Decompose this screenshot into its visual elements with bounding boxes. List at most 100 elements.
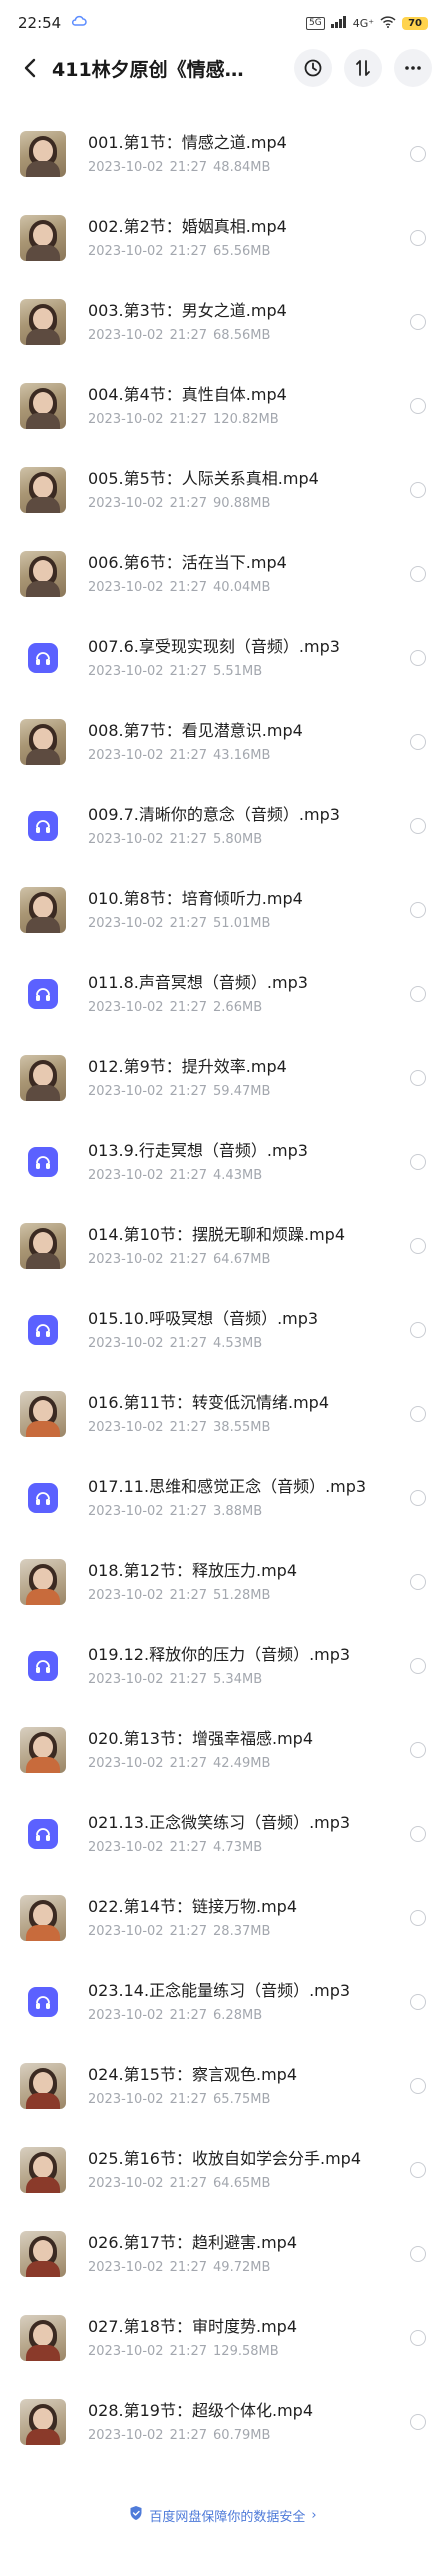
- select-checkbox[interactable]: [410, 146, 426, 162]
- file-date: 2023-10-02: [88, 2428, 164, 2443]
- file-row[interactable]: 005.第5节：人际关系真相.mp4 2023-10-02 21:27 90.88MB: [0, 448, 446, 532]
- file-row[interactable]: 024.第15节：察言观色.mp4 2023-10-02 21:27 65.75MB: [0, 2044, 446, 2128]
- file-row[interactable]: 003.第3节：男女之道.mp4 2023-10-02 21:27 68.56MB: [0, 280, 446, 364]
- file-time: 21:27: [169, 1588, 208, 1603]
- select-checkbox[interactable]: [410, 482, 426, 498]
- audio-file-thumbnail: [20, 1475, 66, 1521]
- file-row[interactable]: 006.第6节：活在当下.mp4 2023-10-02 21:27 40.04MB: [0, 532, 446, 616]
- select-checkbox[interactable]: [410, 1910, 426, 1926]
- file-info: 008.第7节：看见潜意识.mp4 2023-10-02 21:27 43.16MB: [88, 720, 400, 764]
- select-checkbox[interactable]: [410, 1658, 426, 1674]
- file-row[interactable]: 012.第9节：提升效率.mp4 2023-10-02 21:27 59.47MB: [0, 1036, 446, 1120]
- file-info: 017.11.思维和感觉正念（音频）.mp3 2023-10-02 21:27 3.8…: [88, 1476, 400, 1520]
- file-size: 5.80MB: [213, 832, 263, 847]
- file-row[interactable]: 011.8.声音冥想（音频）.mp3 2023-10-02 21:27 2.66MB: [0, 952, 446, 1036]
- file-time: 21:27: [169, 2176, 208, 2191]
- file-row[interactable]: 016.第11节：转变低沉情绪.mp4 2023-10-02 21:27 38.55M…: [0, 1372, 446, 1456]
- select-checkbox[interactable]: [410, 1238, 426, 1254]
- file-meta: 2023-10-02 21:27 64.67MB: [88, 1252, 400, 1268]
- file-date: 2023-10-02: [88, 1252, 164, 1267]
- file-row[interactable]: 014.第10节：摆脱无聊和烦躁.mp4 2023-10-02 21:27 64.67…: [0, 1204, 446, 1288]
- file-time: 21:27: [169, 412, 208, 427]
- file-meta: 2023-10-02 21:27 5.51MB: [88, 664, 400, 680]
- select-checkbox[interactable]: [410, 2246, 426, 2262]
- file-row[interactable]: 018.第12节：释放压力.mp4 2023-10-02 21:27 51.28MB: [0, 1540, 446, 1624]
- music-note-icon: [28, 979, 58, 1009]
- select-checkbox[interactable]: [410, 2330, 426, 2346]
- select-checkbox[interactable]: [410, 1490, 426, 1506]
- select-checkbox[interactable]: [410, 1322, 426, 1338]
- file-row[interactable]: 010.第8节：培育倾听力.mp4 2023-10-02 21:27 51.01MB: [0, 868, 446, 952]
- file-meta: 2023-10-02 21:27 60.79MB: [88, 2428, 400, 2444]
- select-checkbox[interactable]: [410, 1574, 426, 1590]
- file-row[interactable]: 020.第13节：增强幸福感.mp4 2023-10-02 21:27 42.49MB: [0, 1708, 446, 1792]
- network-5g-badge: 5G: [306, 16, 325, 30]
- file-row[interactable]: 022.第14节：链接万物.mp4 2023-10-02 21:27 28.37MB: [0, 1876, 446, 1960]
- file-row[interactable]: 023.14.正念能量练习（音频）.mp3 2023-10-02 21:27 6.28…: [0, 1960, 446, 2044]
- select-checkbox[interactable]: [410, 314, 426, 330]
- file-info: 010.第8节：培育倾听力.mp4 2023-10-02 21:27 51.01MB: [88, 888, 400, 932]
- video-thumbnail: [20, 1895, 66, 1941]
- video-thumbnail: [20, 1223, 66, 1269]
- file-row[interactable]: 009.7.清晰你的意念（音频）.mp3 2023-10-02 21:27 5.80M…: [0, 784, 446, 868]
- video-thumbnail: [20, 1391, 66, 1437]
- file-size: 64.65MB: [213, 2176, 271, 2191]
- file-meta: 2023-10-02 21:27 5.80MB: [88, 832, 400, 848]
- select-checkbox[interactable]: [410, 398, 426, 414]
- select-checkbox[interactable]: [410, 230, 426, 246]
- file-info: 025.第16节：收放自如学会分手.mp4 2023-10-02 21:27 64.6…: [88, 2148, 400, 2192]
- video-thumbnail: [20, 887, 66, 933]
- sort-button[interactable]: [344, 49, 382, 87]
- security-footer[interactable]: 百度网盘保障你的数据安全 ›: [0, 2500, 446, 2530]
- file-row[interactable]: 015.10.呼吸冥想（音频）.mp3 2023-10-02 21:27 4.53MB: [0, 1288, 446, 1372]
- select-checkbox[interactable]: [410, 902, 426, 918]
- file-row[interactable]: 004.第4节：真性自体.mp4 2023-10-02 21:27 120.82MB: [0, 364, 446, 448]
- select-checkbox[interactable]: [410, 650, 426, 666]
- select-checkbox[interactable]: [410, 1406, 426, 1422]
- select-checkbox[interactable]: [410, 1994, 426, 2010]
- file-size: 5.34MB: [213, 1672, 263, 1687]
- file-date: 2023-10-02: [88, 328, 164, 343]
- file-row[interactable]: 017.11.思维和感觉正念（音频）.mp3 2023-10-02 21:27 3.8…: [0, 1456, 446, 1540]
- file-meta: 2023-10-02 21:27 5.34MB: [88, 1672, 400, 1688]
- select-checkbox[interactable]: [410, 986, 426, 1002]
- battery-indicator: 70: [402, 16, 428, 30]
- file-meta: 2023-10-02 21:27 42.49MB: [88, 1756, 400, 1772]
- file-row[interactable]: 021.13.正念微笑练习（音频）.mp3 2023-10-02 21:27 4.73…: [0, 1792, 446, 1876]
- file-row[interactable]: 007.6.享受现实现刻（音频）.mp3 2023-10-02 21:27 5.51M…: [0, 616, 446, 700]
- file-row[interactable]: 027.第18节：审时度势.mp4 2023-10-02 21:27 129.58MB: [0, 2296, 446, 2380]
- file-info: 014.第10节：摆脱无聊和烦躁.mp4 2023-10-02 21:27 64.67…: [88, 1224, 400, 1268]
- file-row[interactable]: 028.第19节：超级个体化.mp4 2023-10-02 21:27 60.79MB: [0, 2380, 446, 2464]
- select-checkbox[interactable]: [410, 566, 426, 582]
- file-size: 3.88MB: [213, 1504, 263, 1519]
- music-note-icon: [28, 1315, 58, 1345]
- file-row[interactable]: 001.第1节：情感之道.mp4 2023-10-02 21:27 48.84MB: [0, 112, 446, 196]
- select-checkbox[interactable]: [410, 2162, 426, 2178]
- file-row[interactable]: 025.第16节：收放自如学会分手.mp4 2023-10-02 21:27 64.6…: [0, 2128, 446, 2212]
- file-info: 003.第3节：男女之道.mp4 2023-10-02 21:27 68.56MB: [88, 300, 400, 344]
- file-row[interactable]: 013.9.行走冥想（音频）.mp3 2023-10-02 21:27 4.43MB: [0, 1120, 446, 1204]
- file-name: 020.第13节：增强幸福感.mp4: [88, 1729, 313, 1748]
- select-checkbox[interactable]: [410, 734, 426, 750]
- select-checkbox[interactable]: [410, 1154, 426, 1170]
- select-checkbox[interactable]: [410, 818, 426, 834]
- select-checkbox[interactable]: [410, 1826, 426, 1842]
- file-name: 016.第11节：转变低沉情绪.mp4: [88, 1393, 329, 1412]
- file-row[interactable]: 002.第2节：婚姻真相.mp4 2023-10-02 21:27 65.56MB: [0, 196, 446, 280]
- select-checkbox[interactable]: [410, 1742, 426, 1758]
- file-row[interactable]: 019.12.释放你的压力（音频）.mp3 2023-10-02 21:27 5.34…: [0, 1624, 446, 1708]
- file-name: 017.11.思维和感觉正念（音频）.mp3: [88, 1477, 367, 1496]
- back-button[interactable]: [14, 52, 46, 84]
- file-time: 21:27: [169, 1252, 208, 1267]
- history-button[interactable]: [294, 49, 332, 87]
- select-checkbox[interactable]: [410, 2414, 426, 2430]
- file-row[interactable]: 008.第7节：看见潜意识.mp4 2023-10-02 21:27 43.16MB: [0, 700, 446, 784]
- file-row[interactable]: 026.第17节：趋利避害.mp4 2023-10-02 21:27 49.72MB: [0, 2212, 446, 2296]
- shield-icon: [129, 2505, 143, 2525]
- file-meta: 2023-10-02 21:27 4.43MB: [88, 1168, 400, 1184]
- more-button[interactable]: [394, 49, 432, 87]
- select-checkbox[interactable]: [410, 2078, 426, 2094]
- file-meta: 2023-10-02 21:27 2.66MB: [88, 1000, 400, 1016]
- file-name: 002.第2节：婚姻真相.mp4: [88, 217, 287, 236]
- select-checkbox[interactable]: [410, 1070, 426, 1086]
